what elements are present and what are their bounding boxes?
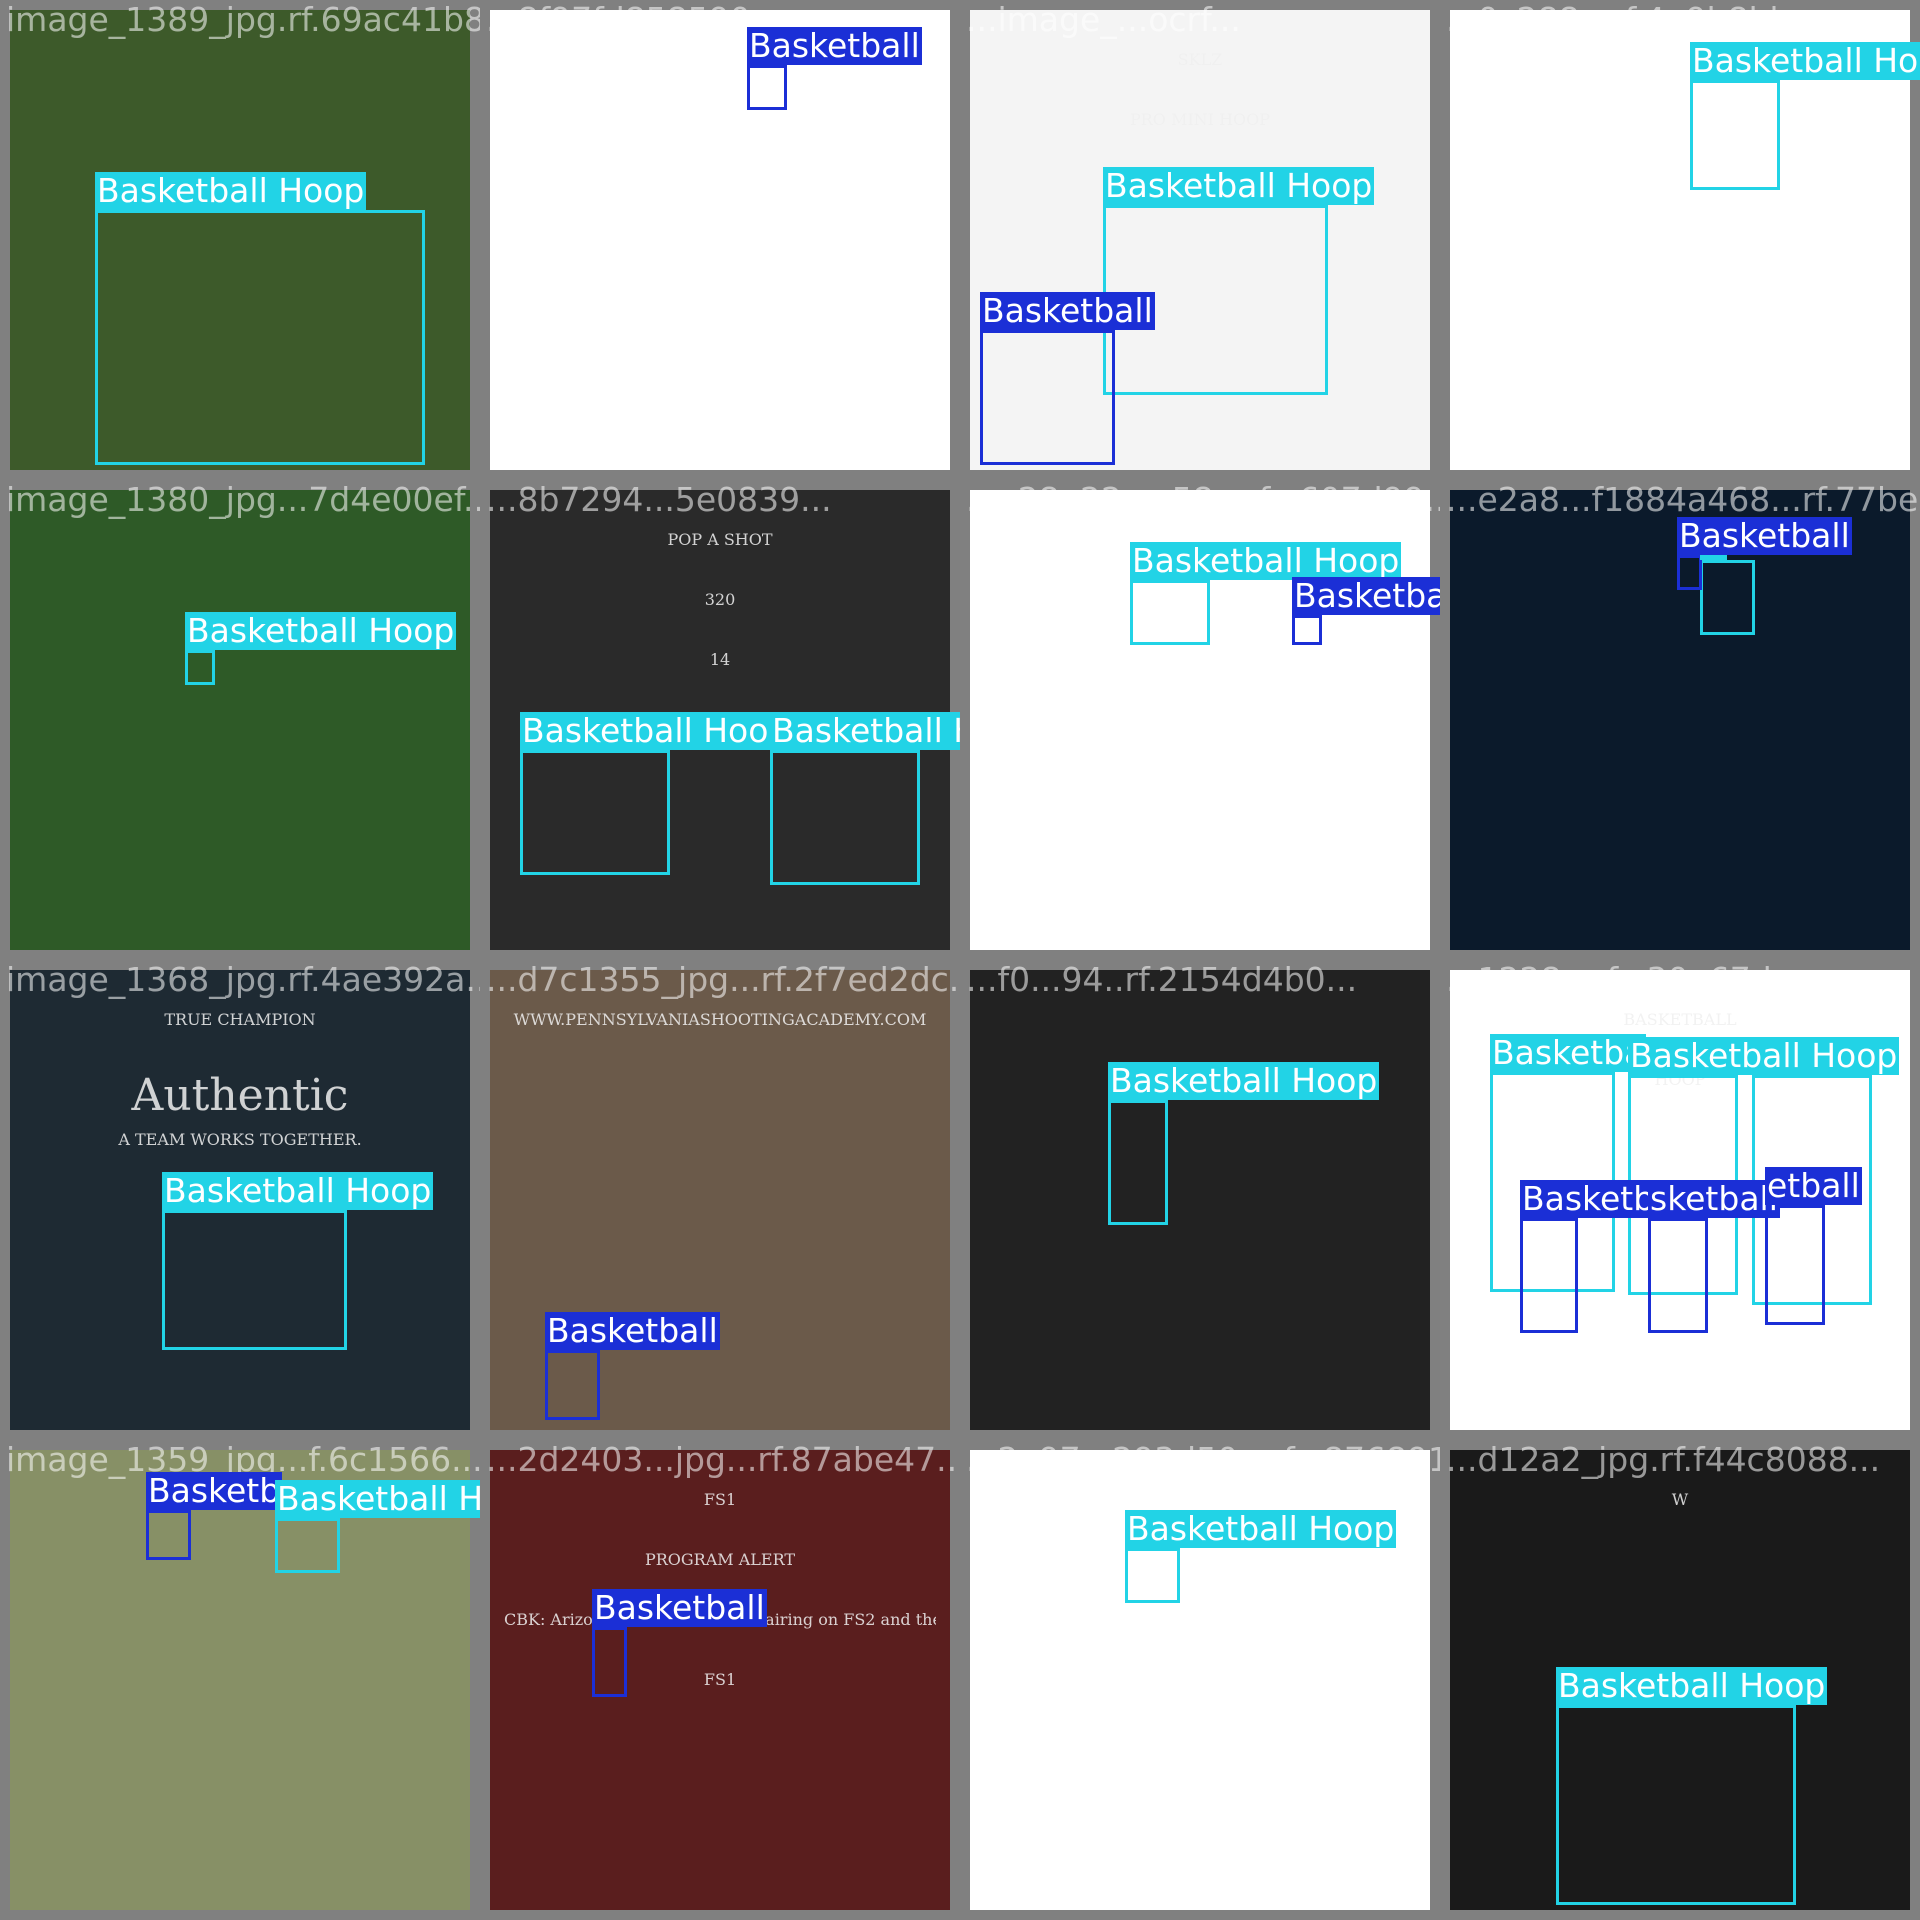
basketball-label: sketball — [1648, 1179, 1780, 1218]
hoop-label: Basketball Hoop — [162, 1171, 434, 1210]
basketball-label: Basketball — [747, 26, 922, 65]
tile-photo-text: Authentic — [131, 1070, 349, 1121]
mosaic-tile: ...0c288...rf.4e9b8bb...Basketball Hoop — [1440, 0, 1920, 480]
mosaic-tile: BASKETBALL HOOP ...1228...rf.e30a67d... Bas… — [1440, 960, 1920, 1440]
mosaic-tile: ...a28e22...c58...rf.e607d99... Basketbal… — [960, 480, 1440, 960]
hoop-bbox — [1125, 1548, 1180, 1603]
hoop-label: Basketball Hoop — [1690, 42, 1920, 80]
hoop-label: Basketba — [1490, 1033, 1647, 1072]
mosaic-tile: WWW.PENNSYLVANIASHOOTINGACADEMY.COM ...d7… — [480, 960, 960, 1440]
tile-photo-text: FS1 — [703, 1670, 737, 1689]
basketball-bbox — [1648, 1218, 1708, 1333]
hoop-bbox — [1556, 1705, 1796, 1905]
hoop-bbox — [1130, 580, 1210, 645]
tile-photo-text: WWW.PENNSYLVANIASHOOTINGACADEMY.COM — [513, 1010, 927, 1029]
hoop-label: Basketball Hoop — [770, 712, 960, 750]
mosaic-tile: SKLZPRO MINI HOOPMIDNIGHT...image_...ocr… — [960, 0, 1440, 480]
basketball-bbox — [747, 65, 787, 110]
hoop-label: Basketball Hoop — [95, 171, 367, 210]
tile-photo-text: A TEAM WORKS TOGETHER. — [118, 1130, 362, 1149]
mosaic-tile: W ...d12a2_jpg.rf.f44c8088... Basketball H… — [1440, 1440, 1920, 1920]
basketball-label: Basketball — [980, 291, 1155, 330]
basketball-bbox — [980, 330, 1115, 465]
tile-photo-text: FS1 — [703, 1490, 737, 1509]
hoop-bbox — [95, 210, 425, 465]
mosaic-tile: FS1PROGRAM ALERTCBK: Arizona State at 12… — [480, 1440, 960, 1920]
basketball-bbox — [545, 1350, 600, 1420]
basketball-label: Basketball — [1677, 516, 1852, 555]
hoop-bbox — [1690, 80, 1780, 190]
hoop-label: Basketball Hoop — [185, 611, 457, 650]
tile-photo: FS1PROGRAM ALERTCBK: Arizona State at 12… — [490, 1450, 950, 1910]
tile-photo — [10, 1450, 470, 1910]
basketball-label: etball — [1765, 1166, 1862, 1205]
tile-photo-text: 320 — [704, 590, 736, 609]
mosaic-tile: ...2a97...293d50...rf.a876891... Basketba… — [960, 1440, 1440, 1920]
basketball-bbox — [592, 1627, 627, 1697]
hoop-label: Basketball Hoop — [1628, 1036, 1900, 1075]
mosaic-grid: image_1389_jpg.rf.69ac41b8... Basketball … — [0, 0, 1920, 1920]
mosaic-tile: image_1389_jpg.rf.69ac41b8... Basketball … — [0, 0, 480, 480]
hoop-label: Basketball Hoo — [520, 711, 771, 750]
basketball-bbox — [1520, 1218, 1578, 1333]
hoop-bbox — [162, 1210, 347, 1350]
mosaic-tile: ...8f97fd858590... Basketball — [480, 0, 960, 480]
hoop-label: Basketball Hoop — [275, 1480, 480, 1518]
mosaic-tile: image_1380_jpg...7d4e00ef... Basketball H… — [0, 480, 480, 960]
mosaic-tile: ...f0...94..rf.2154d4b0... Basketball Hoo… — [960, 960, 1440, 1440]
basketball-bbox — [1765, 1205, 1825, 1325]
basketball-label: Basketball — [1292, 577, 1440, 615]
mosaic-tile: POP A SHOT3201426...8b7294...5e0839...Ba… — [480, 480, 960, 960]
tile-photo-text: W — [1671, 1490, 1689, 1509]
tile-photo-text: TRUE CHAMPION — [164, 1010, 316, 1029]
tile-photo — [970, 970, 1430, 1430]
hoop-label: Basketball Hoop — [1556, 1666, 1828, 1705]
hoop-bbox — [770, 750, 920, 885]
basketball-label: Basketball — [545, 1311, 720, 1350]
basketball-bbox — [1677, 555, 1702, 590]
tile-photo-text: PRO MINI HOOP — [1129, 110, 1271, 129]
basketball-bbox — [1292, 615, 1322, 645]
basketball-label: Basketb — [146, 1471, 283, 1510]
mosaic-tile: image_1359_jpg...f.6c1566... Basketb Baske… — [0, 1440, 480, 1920]
basketball-bbox — [146, 1510, 191, 1560]
basketball-label: Basketball — [592, 1588, 767, 1627]
hoop-label: Basketball Hoop — [1103, 166, 1375, 205]
hoop-bbox — [1108, 1100, 1168, 1225]
hoop-bbox — [185, 650, 215, 685]
tile-photo-text: PROGRAM ALERT — [644, 1550, 796, 1569]
tile-photo-text: BASKETBALL — [1623, 1010, 1737, 1029]
hoop-bbox — [520, 750, 670, 875]
hoop-bbox — [275, 1518, 340, 1573]
tile-photo-text: 14 — [709, 650, 731, 669]
tile-photo-text: POP A SHOT — [667, 530, 773, 549]
hoop-label: Basketball Hoop — [1108, 1061, 1380, 1100]
mosaic-tile: ...e2a8...f1884a468...rf.77be32...BBaske… — [1440, 480, 1920, 960]
tile-photo — [490, 10, 950, 470]
mosaic-tile: TRUE CHAMPION Authentic A TEAM WORKS TOGET… — [0, 960, 480, 1440]
tile-photo-text: SKLZ — [1177, 50, 1223, 69]
hoop-label: Basketball Hoop — [1125, 1509, 1397, 1548]
hoop-label: Basketball Hoop — [1130, 541, 1402, 580]
hoop-bbox — [1700, 560, 1755, 635]
tile-photo — [10, 490, 470, 950]
